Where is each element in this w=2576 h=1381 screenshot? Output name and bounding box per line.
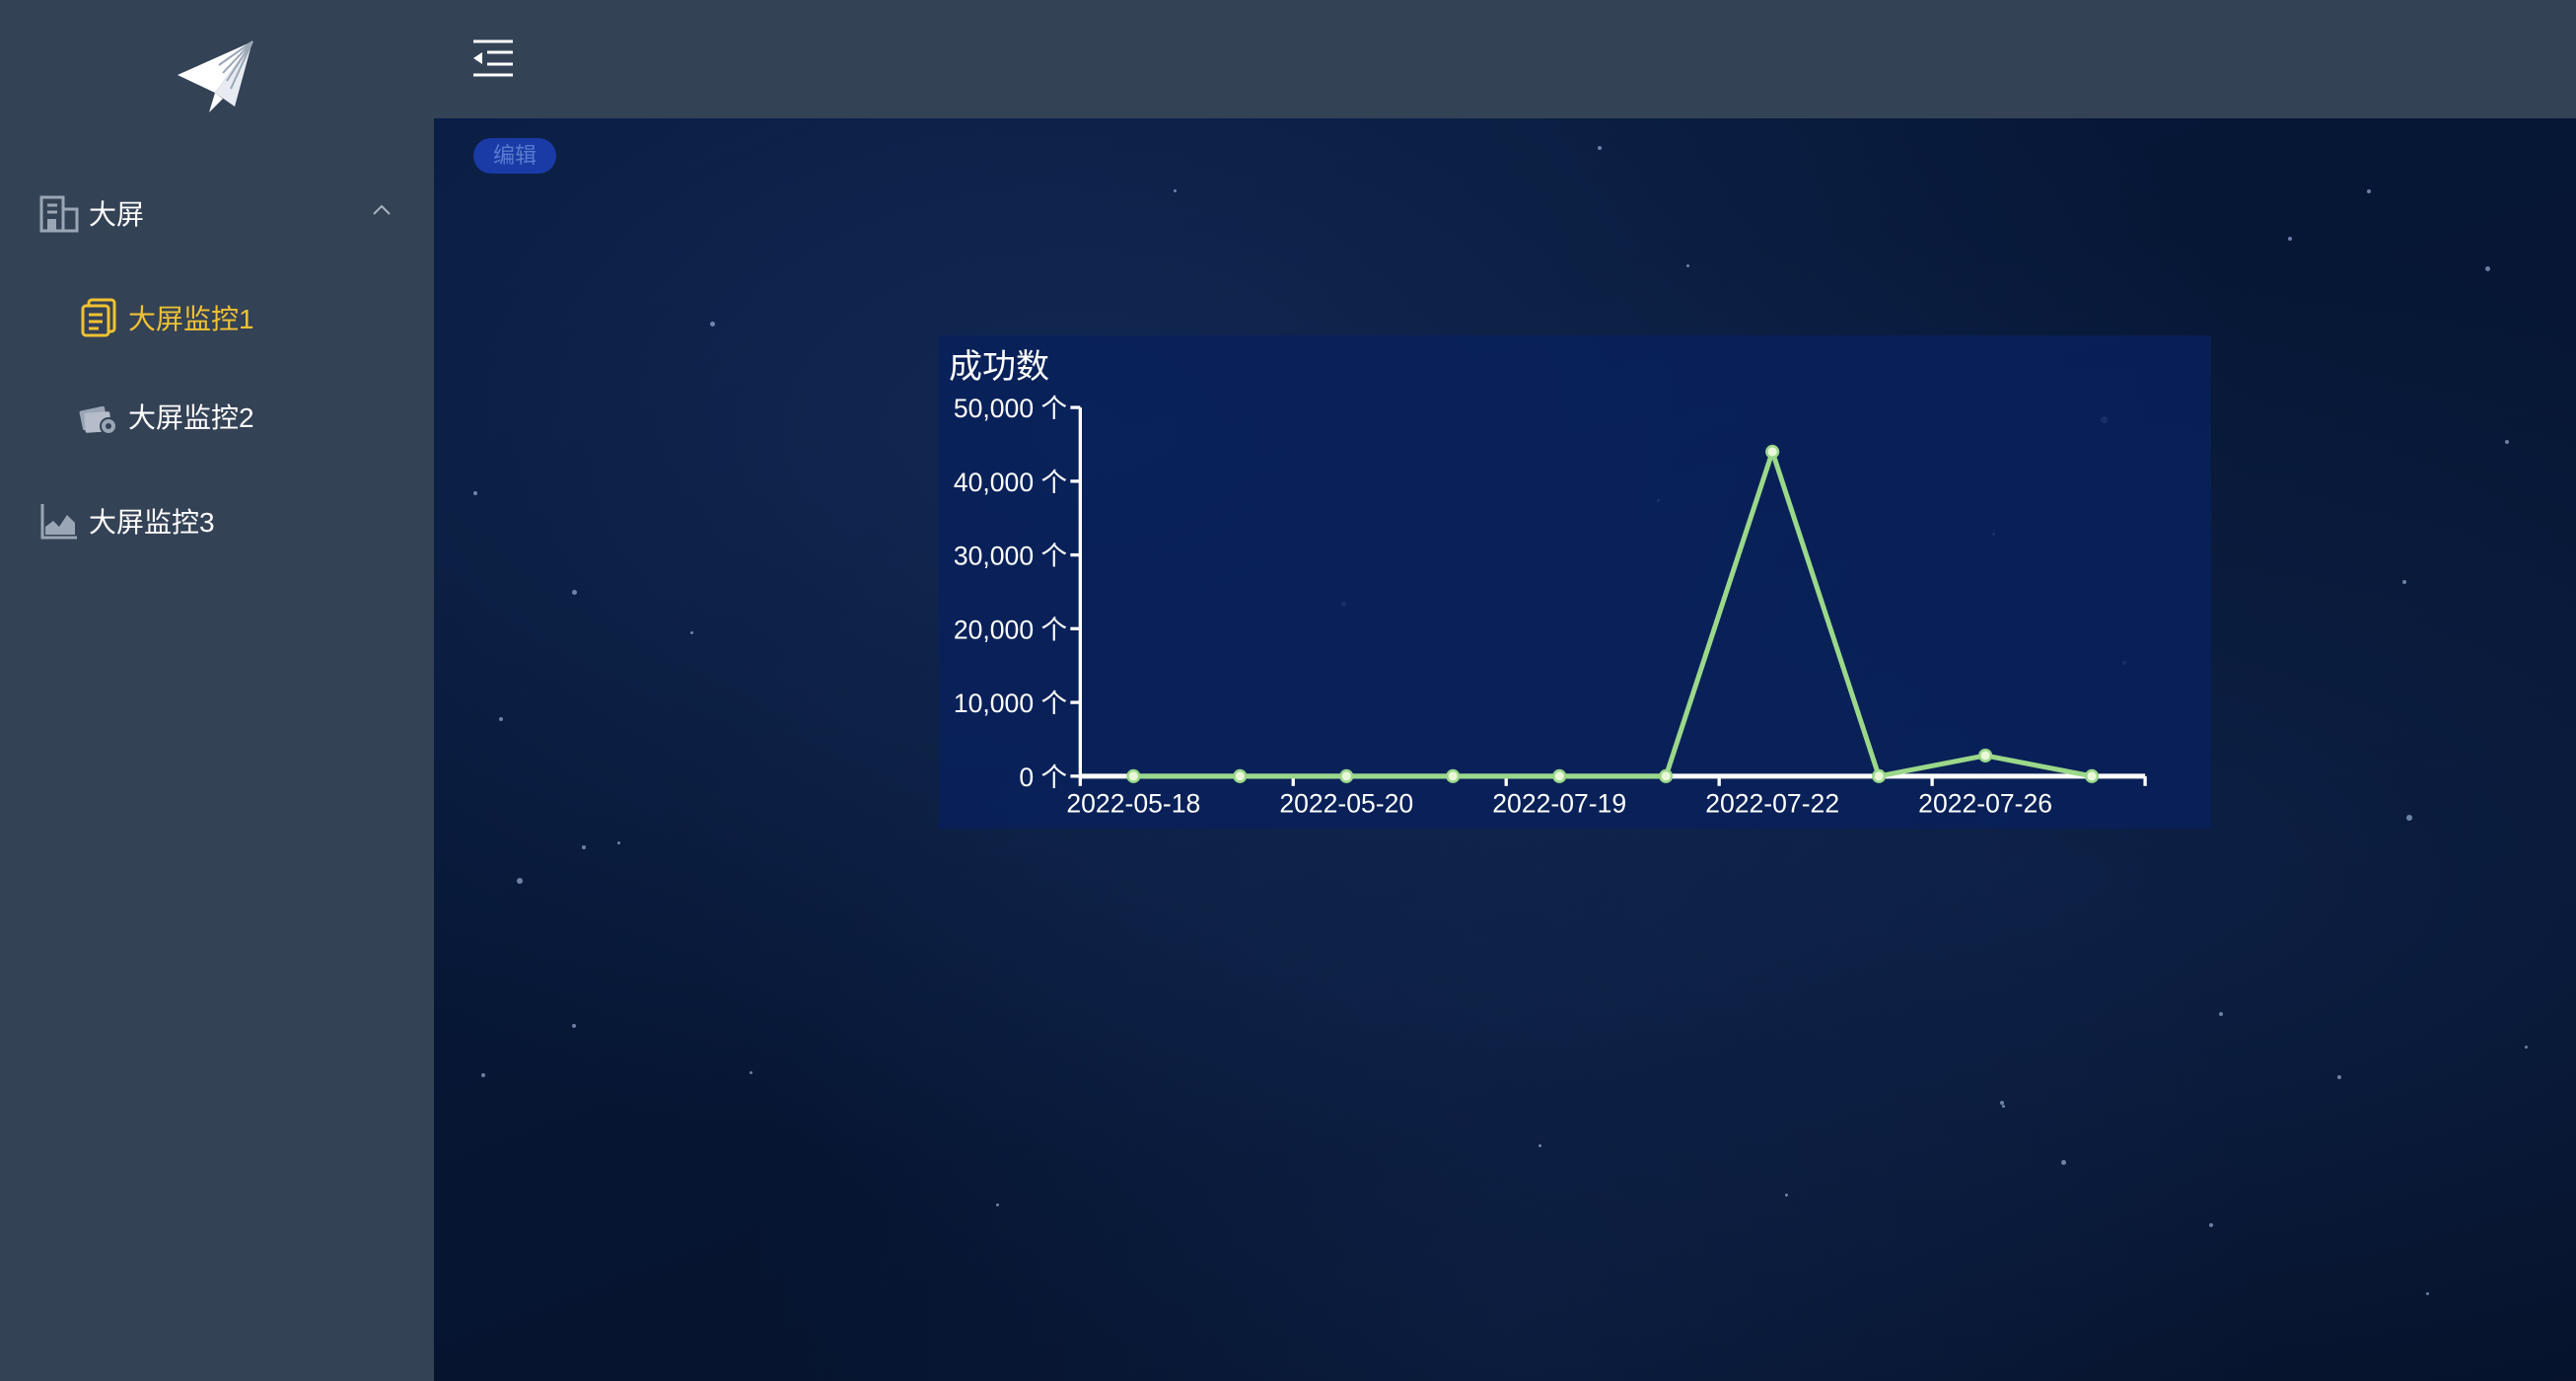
sidebar-item-monitor-2[interactable]: 大屏监控2 — [79, 397, 254, 436]
star-dot — [2426, 1292, 2429, 1295]
y-tick-label: 30,000 个 — [954, 542, 1067, 571]
data-point — [1765, 444, 1780, 459]
document-list-icon — [81, 298, 116, 337]
star-dot — [1785, 1194, 1788, 1197]
series-line — [1133, 443, 2093, 779]
star-dot — [2402, 580, 2406, 584]
edit-button[interactable]: 编辑 — [473, 138, 557, 174]
star-dot — [2219, 1012, 2223, 1016]
sidebar-item-label: 大屏监控3 — [89, 507, 215, 538]
star-dot — [2367, 189, 2371, 193]
sidebar-item-monitor-1[interactable]: 大屏监控1 — [79, 298, 254, 337]
x-tick-label: 2022-07-26 — [1918, 788, 2052, 818]
top-header — [434, 0, 2576, 118]
data-point — [1233, 768, 1248, 783]
sidebar-item-label: 大屏监控1 — [128, 304, 254, 334]
y-tick-label: 10,000 个 — [954, 689, 1067, 718]
paper-plane-logo-icon — [178, 40, 253, 112]
data-point — [1339, 768, 1354, 783]
star-dot — [2505, 440, 2509, 444]
star-dot — [517, 878, 523, 884]
sidebar-item-monitor-3[interactable]: 大屏监控3 — [39, 501, 215, 541]
sidebar-item-label: 大屏监控2 — [128, 402, 254, 433]
x-tick-label: 2022-07-19 — [1492, 788, 1626, 818]
main-content: 编辑 成功数 50,000 个 40,000 个 30,000 个 20,000 个1… — [434, 118, 2576, 1381]
star-dot — [617, 841, 620, 844]
data-point — [1659, 768, 1674, 783]
x-tick-label: 2022-05-20 — [1279, 788, 1413, 818]
data-point — [1552, 768, 1567, 783]
star-dot — [1538, 1144, 1541, 1147]
data-point — [1872, 768, 1887, 783]
y-tick-label: 20,000 个 — [954, 615, 1067, 644]
star-dot — [582, 845, 586, 849]
star-dot — [2485, 266, 2490, 271]
star-dot — [572, 590, 577, 595]
sidebar: 大屏 大屏监控1 大屏监控2 大屏监控3 — [0, 0, 434, 1381]
sidebar-item-label: 大屏 — [89, 199, 145, 230]
data-point — [1446, 768, 1461, 783]
star-dot — [2525, 1046, 2528, 1049]
y-tick-label: 0 个 — [1019, 763, 1067, 792]
star-dot — [750, 1071, 752, 1074]
star-dot — [710, 322, 715, 327]
star-dot — [2002, 1105, 2005, 1108]
star-dot — [2406, 815, 2412, 821]
menu-fold-icon[interactable] — [471, 37, 515, 81]
star-dot — [996, 1203, 999, 1206]
star-dot — [481, 1073, 485, 1077]
data-point — [1978, 748, 1993, 763]
line-chart: 50,000 个 40,000 个 30,000 个 20,000 个 10,000 个… — [954, 394, 2147, 818]
star-dot — [1686, 264, 1689, 267]
star-dot — [690, 631, 693, 634]
x-tick-label: 2022-05-18 — [1066, 788, 1200, 818]
star-dot — [2061, 1160, 2066, 1165]
success-count-chart-panel: 成功数 50,000 个 40,000 个 30,000 个 20,000 个 10,0… — [939, 335, 2211, 829]
sidebar-item-dashboard[interactable]: 大屏 — [39, 193, 144, 233]
app-root: 大屏 大屏监控1 大屏监控2 大屏监控3 编辑 成功数 50,000 个 40,… — [0, 0, 2576, 1381]
y-tick-label: 40,000 个 — [954, 468, 1067, 497]
building-icon — [39, 195, 79, 233]
star-dot — [499, 717, 503, 721]
area-chart-icon — [40, 504, 77, 540]
star-dot — [2288, 237, 2292, 241]
y-tick-label: 50,000 个 — [954, 394, 1067, 423]
star-dot — [1598, 146, 1602, 150]
star-dot — [2209, 1223, 2213, 1227]
star-dot — [1174, 189, 1177, 192]
star-dot — [572, 1024, 576, 1028]
data-point — [1126, 768, 1141, 783]
chevron-up-icon[interactable] — [371, 199, 393, 221]
star-dot — [473, 491, 477, 495]
data-point — [2085, 768, 2100, 783]
x-tick-label: 2022-07-22 — [1705, 788, 1839, 818]
money-settings-icon — [79, 405, 117, 435]
star-dot — [2337, 1075, 2341, 1079]
